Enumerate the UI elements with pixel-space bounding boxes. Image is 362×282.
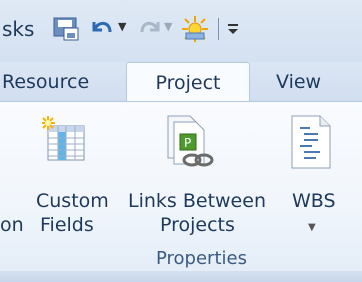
save-icon[interactable] bbox=[52, 16, 82, 42]
undo-dropdown-icon[interactable]: ▼ bbox=[118, 20, 126, 33]
wbs-icon bbox=[290, 114, 334, 170]
redo-icon bbox=[134, 16, 164, 42]
custom-fields-label-line1: Custom bbox=[36, 190, 109, 212]
wbs-dropdown-icon[interactable]: ▼ bbox=[308, 222, 316, 233]
sun-icon[interactable] bbox=[180, 14, 210, 44]
ribbon-bottom-edge bbox=[0, 271, 362, 282]
redo-dropdown-icon: ▼ bbox=[164, 20, 173, 33]
links-label-line1: Links Between bbox=[128, 190, 266, 212]
custom-fields-label-line2: Fields bbox=[40, 214, 94, 236]
links-label-line2: Projects bbox=[160, 214, 235, 236]
partial-button-label[interactable]: on bbox=[0, 214, 24, 236]
wbs-label: WBS bbox=[292, 190, 336, 212]
tab-view[interactable]: View bbox=[276, 62, 336, 102]
links-icon: P bbox=[164, 114, 218, 172]
ribbon-tabs: Resource Project View bbox=[0, 62, 362, 103]
customize-icon[interactable] bbox=[226, 20, 240, 38]
window-title-partial: sks bbox=[2, 17, 35, 41]
links-between-projects-button[interactable]: P Links Between Projects bbox=[124, 106, 274, 246]
toolbar-separator bbox=[218, 18, 219, 40]
custom-fields-button[interactable]: Custom Fields bbox=[34, 106, 118, 246]
wbs-button[interactable]: WBS ▼ bbox=[282, 106, 352, 246]
undo-icon[interactable] bbox=[88, 16, 118, 42]
quick-access-toolbar: sks ▼ ▼ bbox=[0, 0, 362, 62]
group-label-properties: Properties bbox=[156, 248, 247, 269]
tab-project[interactable]: Project bbox=[126, 62, 250, 103]
tab-resource[interactable]: Resource bbox=[2, 62, 112, 102]
ribbon-panel: on Custom Fields P Links Between Project… bbox=[0, 101, 362, 272]
svg-text:P: P bbox=[184, 136, 191, 150]
custom-fields-icon bbox=[42, 116, 88, 164]
